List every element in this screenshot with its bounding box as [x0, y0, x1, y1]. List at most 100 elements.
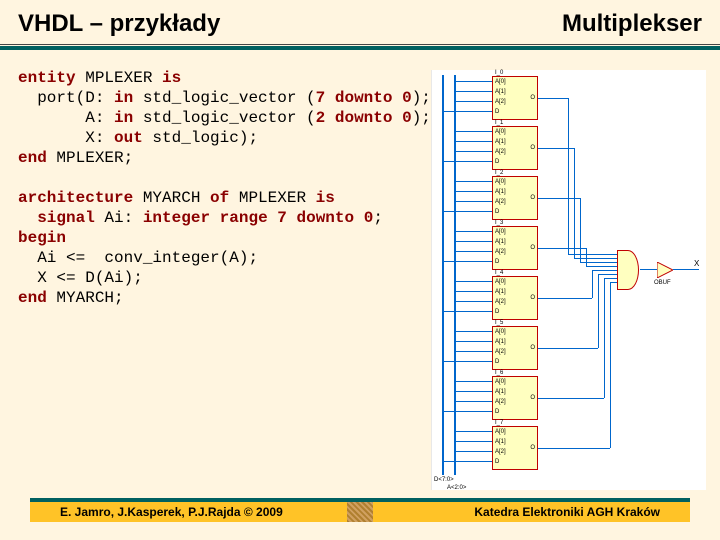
block-instance-label: I_7: [495, 420, 503, 426]
net-line: [444, 311, 492, 312]
net-line: [538, 98, 568, 99]
kw-begin: begin: [18, 229, 66, 247]
net-line: [568, 254, 618, 255]
output-buffer-icon: [657, 262, 673, 278]
net-line: [456, 341, 492, 342]
net-line: [456, 251, 492, 252]
block-instance-label: I_3: [495, 220, 503, 226]
net-line: [538, 198, 580, 199]
block-instance-label: I_5: [495, 320, 503, 326]
block-port-label: O: [530, 445, 535, 451]
net-line: [604, 278, 605, 398]
block-port-label: O: [530, 195, 535, 201]
net-line: [538, 148, 574, 149]
block-port-label: A[2]: [495, 149, 506, 155]
footer-logo-icon: [347, 502, 373, 522]
net-line: [580, 198, 581, 262]
slide-title-left: VHDL – przykłady: [18, 10, 220, 38]
net-line: [598, 274, 618, 275]
kw-in: in: [114, 109, 133, 127]
block-port-label: D: [495, 109, 499, 115]
bus-line-a: [454, 75, 456, 475]
block-port-label: A[0]: [495, 229, 506, 235]
decoder-block: I_0A[0]A[1]A[2]DO: [492, 76, 538, 120]
net-line: [456, 131, 492, 132]
net-line: [456, 91, 492, 92]
block-port-label: D: [495, 309, 499, 315]
block-port-label: O: [530, 295, 535, 301]
block-instance-label: I_1: [495, 120, 503, 126]
output-label-x: X: [694, 260, 699, 268]
net-line: [456, 281, 492, 282]
net-line: [456, 451, 492, 452]
block-instance-label: I_2: [495, 170, 503, 176]
decoder-block: I_1A[0]A[1]A[2]DO: [492, 126, 538, 170]
footer-bar: E. Jamro, J.Kasperek, P.J.Rajda © 2009 K…: [30, 498, 690, 522]
kw-is: is: [162, 69, 181, 87]
kw-downto: downto: [335, 109, 393, 127]
block-port-label: O: [530, 245, 535, 251]
net-line: [456, 331, 492, 332]
net-line: [444, 211, 492, 212]
kw-entity: entity: [18, 69, 76, 87]
net-line: [456, 301, 492, 302]
block-port-label: D: [495, 259, 499, 265]
net-line: [456, 441, 492, 442]
block-port-label: A[1]: [495, 339, 506, 345]
divider-thin: [0, 44, 720, 45]
schematic-diagram: D<7:0> A<2:0> I_0A[0]A[1]A[2]DOI_1A[0]A[…: [431, 70, 706, 490]
block-port-label: D: [495, 459, 499, 465]
net-line: [444, 261, 492, 262]
block-port-label: A[2]: [495, 349, 506, 355]
kw-integer: integer: [143, 209, 210, 227]
net-line: [456, 351, 492, 352]
bus-line-d: [442, 75, 444, 475]
net-line: [538, 248, 586, 249]
decoder-block: I_4A[0]A[1]A[2]DO: [492, 276, 538, 320]
block-port-label: A[1]: [495, 439, 506, 445]
kw-range: range: [220, 209, 268, 227]
input-label-d: D<7:0>: [434, 477, 454, 483]
block-port-label: D: [495, 209, 499, 215]
kw-end: end: [18, 149, 47, 167]
block-port-label: A[2]: [495, 199, 506, 205]
net-line: [456, 401, 492, 402]
kw-end: end: [18, 289, 47, 307]
block-port-label: A[2]: [495, 99, 506, 105]
net-line: [456, 391, 492, 392]
block-port-label: A[0]: [495, 429, 506, 435]
net-line: [538, 298, 592, 299]
net-line: [456, 151, 492, 152]
block-instance-label: I_0: [495, 70, 503, 76]
net-line: [586, 248, 587, 266]
kw-signal: signal: [37, 209, 95, 227]
net-line: [592, 270, 593, 298]
block-port-label: O: [530, 95, 535, 101]
net-output: [673, 269, 699, 270]
net-line: [456, 241, 492, 242]
footer-right: Katedra Elektroniki AGH Kraków: [474, 505, 660, 519]
net-line: [456, 141, 492, 142]
block-port-label: D: [495, 409, 499, 415]
footer-left: E. Jamro, J.Kasperek, P.J.Rajda © 2009: [60, 505, 283, 519]
decoder-block: I_2A[0]A[1]A[2]DO: [492, 176, 538, 220]
decoder-block: I_6A[0]A[1]A[2]DO: [492, 376, 538, 420]
kw-num: 0: [402, 109, 412, 127]
block-port-label: A[2]: [495, 449, 506, 455]
buffer-label: OBUF: [654, 280, 671, 286]
block-port-label: A[1]: [495, 289, 506, 295]
net-line: [456, 201, 492, 202]
block-port-label: A[0]: [495, 179, 506, 185]
decoder-block: I_5A[0]A[1]A[2]DO: [492, 326, 538, 370]
block-instance-label: I_6: [495, 370, 503, 376]
block-port-label: A[0]: [495, 129, 506, 135]
kw-in: in: [114, 89, 133, 107]
net-line: [444, 411, 492, 412]
net-line: [538, 398, 604, 399]
net-line: [444, 111, 492, 112]
kw-num: 0: [402, 89, 412, 107]
net-line: [456, 181, 492, 182]
net-or-to-buf: [640, 269, 657, 270]
kw-is: is: [316, 189, 335, 207]
net-line: [456, 291, 492, 292]
